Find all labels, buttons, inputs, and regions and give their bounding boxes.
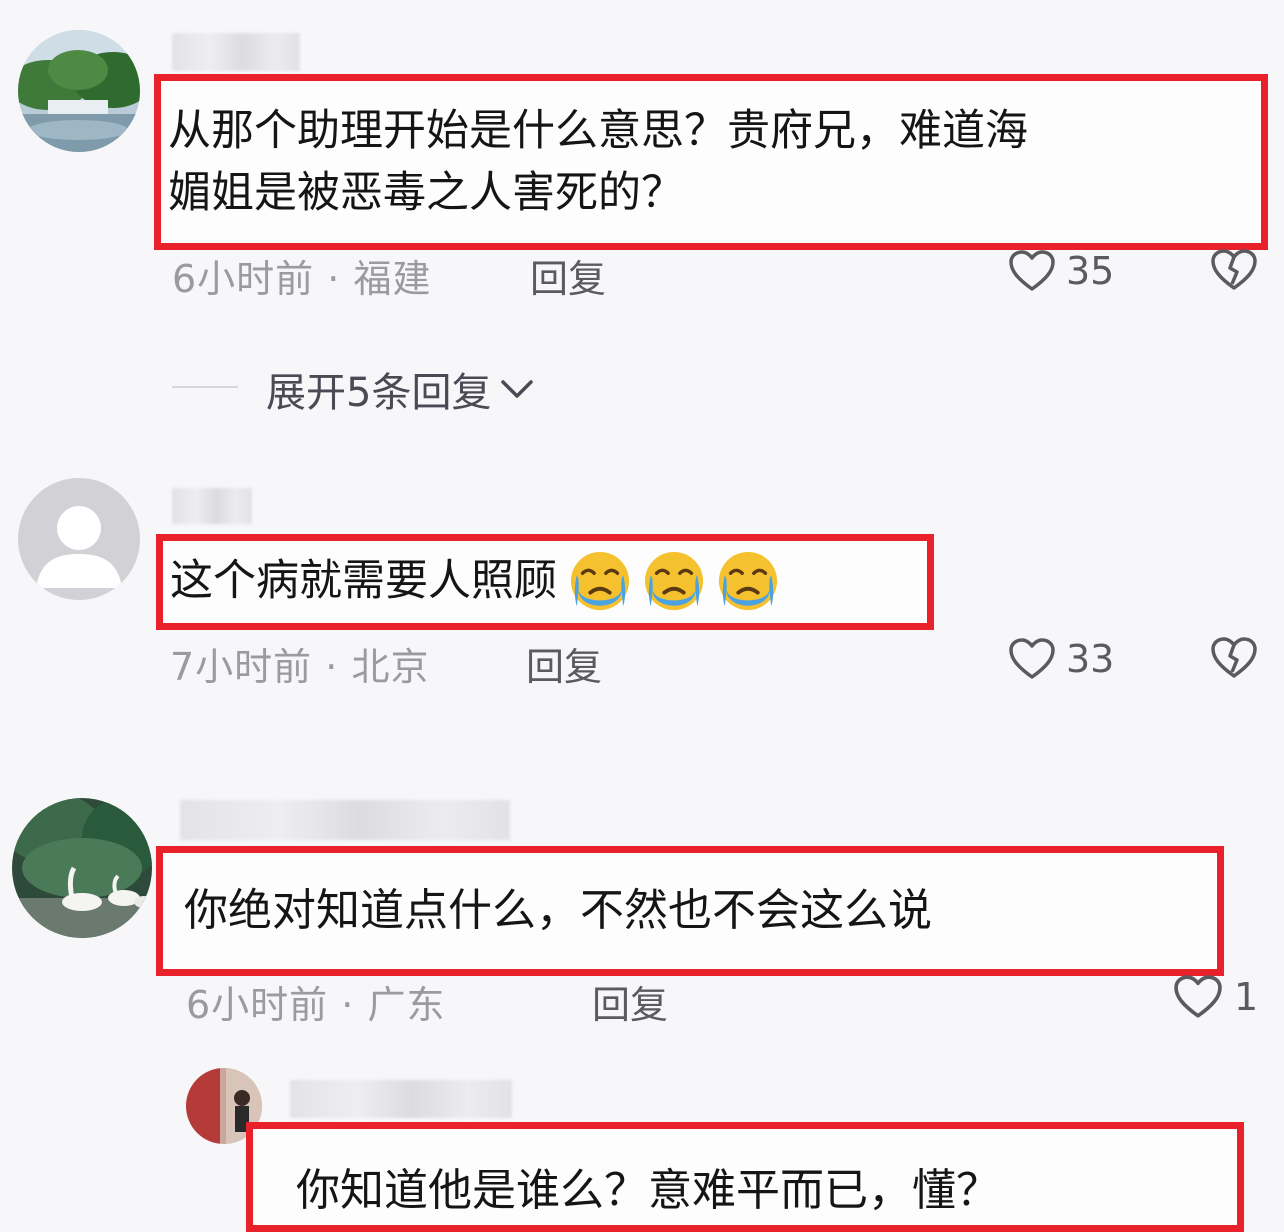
comment-meta: 6小时前 · 广东 <box>186 974 445 1029</box>
like-button[interactable]: 1 <box>1172 972 1258 1022</box>
meta-separator: · <box>312 645 352 689</box>
comment-location: 广东 <box>367 983 446 1027</box>
comment-text: 媚姐是被恶毒之人害死的？ <box>168 168 684 218</box>
comment-text-row: 这个病就需要人照顾 <box>170 550 779 612</box>
username-blurred[interactable] <box>172 33 300 71</box>
username-blurred[interactable] <box>180 800 510 840</box>
heart-outline-icon <box>1009 250 1055 291</box>
meta-separator: · <box>314 257 354 301</box>
comment-text: 这个病就需要人照顾 <box>170 556 557 606</box>
expand-replies-label: 展开5条回复 <box>266 370 492 416</box>
commenter-avatar[interactable] <box>12 798 152 938</box>
dislike-button[interactable] <box>1210 248 1258 296</box>
meta-separator: · <box>328 983 368 1027</box>
crying-face-emoji-icon <box>644 551 704 611</box>
username-blurred[interactable] <box>290 1080 512 1118</box>
comment-text: 从那个助理开始是什么意思？贵府兄，难道海 <box>168 106 1028 156</box>
like-button[interactable]: 33 <box>1008 634 1114 684</box>
default-avatar-icon <box>18 478 140 600</box>
reply-button[interactable]: 回复 <box>592 974 668 1029</box>
broken-heart-icon <box>1211 637 1257 678</box>
comment-time: 7小时前 <box>170 645 313 689</box>
comment-location: 北京 <box>351 645 430 689</box>
comment-time: 6小时前 <box>172 257 315 301</box>
heart-outline-icon <box>1174 975 1222 1018</box>
comment-meta: 6小时前 · 福建 <box>172 248 431 303</box>
comment-text: 你绝对知道点什么，不然也不会这么说 <box>184 885 932 936</box>
broken-heart-icon <box>1211 249 1257 290</box>
heart-outline-icon <box>1009 638 1055 679</box>
dislike-button[interactable] <box>1210 636 1258 684</box>
reply-text: 你知道他是谁么？意难平而已，懂？ <box>296 1165 1000 1216</box>
crying-face-emoji-icon <box>718 551 778 611</box>
username-blurred[interactable] <box>172 488 252 524</box>
reply-button[interactable]: 回复 <box>526 636 602 691</box>
comment-location: 福建 <box>353 257 432 301</box>
like-count: 33 <box>1066 637 1115 681</box>
comment-time: 6小时前 <box>186 983 329 1027</box>
like-count: 1 <box>1234 975 1259 1019</box>
like-button[interactable]: 35 <box>1008 246 1114 296</box>
expand-replies-button[interactable]: 展开5条回复 <box>266 360 535 418</box>
expand-divider-line <box>172 386 238 388</box>
reply-button[interactable]: 回复 <box>530 248 606 303</box>
comment-meta: 7小时前 · 北京 <box>170 636 429 691</box>
commenter-avatar[interactable] <box>18 30 140 152</box>
commenter-avatar[interactable] <box>18 478 140 600</box>
chevron-down-icon <box>501 380 534 398</box>
geese-avatar-image <box>12 798 152 938</box>
crying-face-emoji-icon <box>570 551 630 611</box>
like-count: 35 <box>1066 249 1115 293</box>
landscape-avatar-image <box>18 30 140 152</box>
